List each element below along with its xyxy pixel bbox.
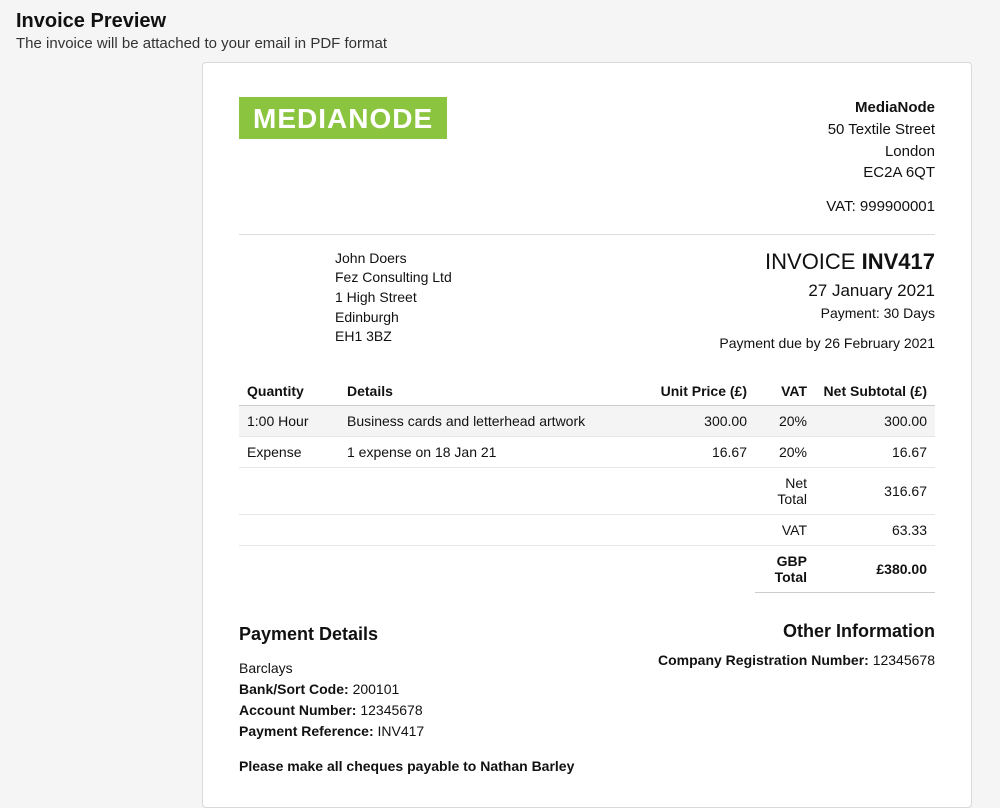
page-title: Invoice Preview — [16, 10, 984, 33]
payment-details-heading: Payment Details — [239, 621, 574, 648]
payment-reference: INV417 — [378, 723, 425, 739]
cell-qty: Expense — [239, 436, 339, 467]
cell-qty: 1:00 Hour — [239, 405, 339, 436]
company-reg-label: Company Registration Number: — [658, 652, 869, 668]
vat-number: 999900001 — [860, 198, 935, 215]
company-reg-number: 12345678 — [873, 652, 935, 668]
grand-total-label: GBP Total — [755, 545, 815, 592]
bill-to-company: Fez Consulting Ltd — [335, 268, 452, 288]
sort-code: 200101 — [353, 681, 400, 697]
col-details: Details — [339, 377, 645, 406]
page-subtitle: The invoice will be attached to your ema… — [16, 35, 984, 52]
sender-vat: VAT: 999900001 — [826, 196, 935, 218]
bill-to-line: 1 High Street — [335, 288, 452, 308]
bill-to-line: EH1 3BZ — [335, 327, 452, 347]
other-information: Other Information Company Registration N… — [658, 621, 935, 777]
terms-label: Payment: — [821, 305, 880, 321]
account-number: 12345678 — [360, 702, 422, 718]
sender-addr-line: EC2A 6QT — [826, 162, 935, 184]
other-info-heading: Other Information — [658, 621, 935, 642]
col-vat: VAT — [755, 377, 815, 406]
due-date: 26 February 2021 — [824, 335, 935, 351]
cell-unit: 300.00 — [645, 405, 755, 436]
invoice-label: INVOICE — [765, 249, 855, 274]
invoice-number: INV417 — [862, 249, 935, 274]
grand-total-value: £380.00 — [815, 545, 935, 592]
sender-addr-line: London — [826, 141, 935, 163]
due-label: Payment due by — [719, 335, 820, 351]
payment-reference-label: Payment Reference: — [239, 723, 374, 739]
col-net-subtotal: Net Subtotal (£) — [815, 377, 935, 406]
vat-total-row: VAT 63.33 — [239, 514, 935, 545]
bill-to-address: John Doers Fez Consulting Ltd 1 High Str… — [335, 249, 452, 351]
cell-net: 300.00 — [815, 405, 935, 436]
sender-name: MediaNode — [826, 97, 935, 119]
vat-total-value: 63.33 — [815, 514, 935, 545]
sort-code-label: Bank/Sort Code: — [239, 681, 349, 697]
payment-terms: Payment: 30 Days — [719, 305, 935, 321]
vat-label: VAT: — [826, 198, 855, 215]
bill-to-name: John Doers — [335, 249, 452, 269]
invoice-document: MEDIANODE MediaNode 50 Textile Street Lo… — [202, 62, 972, 808]
cheques-prefix: Please make all cheques payable to — [239, 758, 476, 774]
invoice-meta: INVOICE INV417 27 January 2021 Payment: … — [719, 249, 935, 351]
company-logo: MEDIANODE — [239, 97, 447, 139]
bank-name: Barclays — [239, 658, 574, 679]
invoice-number-line: INVOICE INV417 — [719, 249, 935, 275]
invoice-date: 27 January 2021 — [719, 281, 935, 301]
cell-details: Business cards and letterhead artwork — [339, 405, 645, 436]
cell-net: 16.67 — [815, 436, 935, 467]
payment-details: Payment Details Barclays Bank/Sort Code:… — [239, 621, 574, 777]
table-header-row: Quantity Details Unit Price (£) VAT Net … — [239, 377, 935, 406]
cell-vat: 20% — [755, 436, 815, 467]
line-items-table: Quantity Details Unit Price (£) VAT Net … — [239, 377, 935, 593]
cheques-payee: Nathan Barley — [480, 758, 574, 774]
col-unit-price: Unit Price (£) — [645, 377, 755, 406]
vat-total-label: VAT — [755, 514, 815, 545]
sender-addr-line: 50 Textile Street — [826, 119, 935, 141]
table-row: 1:00 Hour Business cards and letterhead … — [239, 405, 935, 436]
net-total-label: Net Total — [755, 467, 815, 514]
terms-value: 30 Days — [884, 305, 935, 321]
col-quantity: Quantity — [239, 377, 339, 406]
sender-address: MediaNode 50 Textile Street London EC2A … — [826, 97, 935, 218]
bill-to-line: Edinburgh — [335, 308, 452, 328]
grand-total-row: GBP Total £380.00 — [239, 545, 935, 592]
net-total-row: Net Total 316.67 — [239, 467, 935, 514]
cell-unit: 16.67 — [645, 436, 755, 467]
cell-vat: 20% — [755, 405, 815, 436]
payment-due: Payment due by 26 February 2021 — [719, 335, 935, 351]
cell-details: 1 expense on 18 Jan 21 — [339, 436, 645, 467]
table-row: Expense 1 expense on 18 Jan 21 16.67 20%… — [239, 436, 935, 467]
net-total-value: 316.67 — [815, 467, 935, 514]
account-number-label: Account Number: — [239, 702, 356, 718]
divider — [239, 234, 935, 235]
cheques-line: Please make all cheques payable to Natha… — [239, 756, 574, 777]
